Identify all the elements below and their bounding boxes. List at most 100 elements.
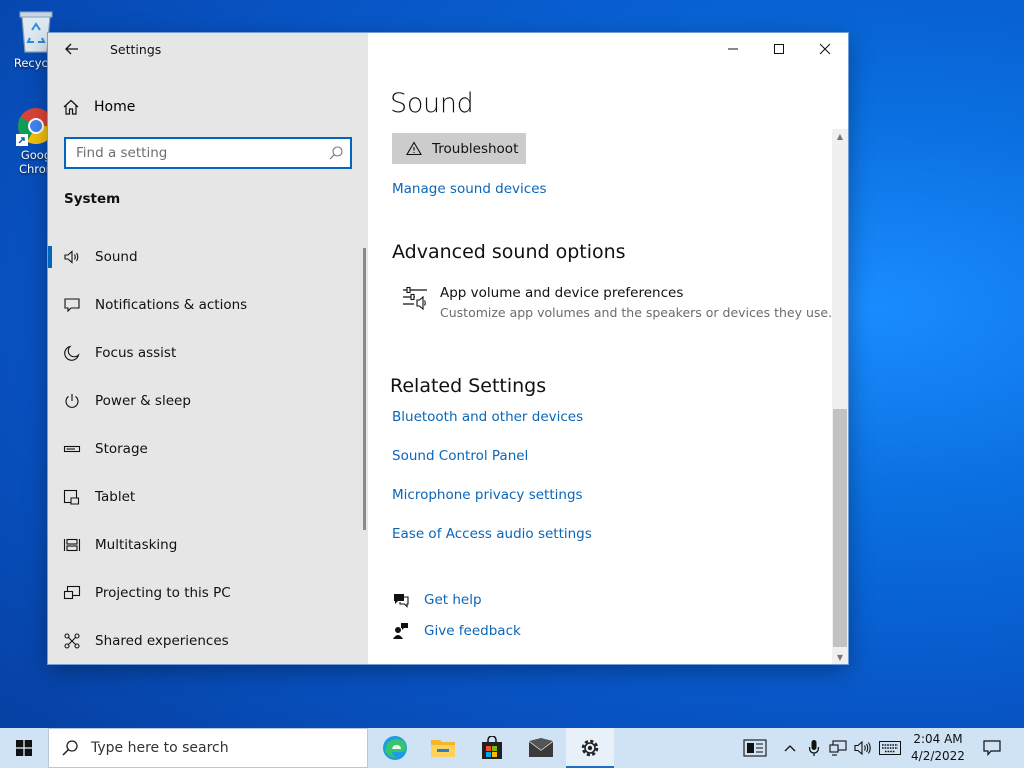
app-title: Settings <box>110 42 162 57</box>
nav-home-label: Home <box>94 99 136 115</box>
sidebar-item-label: Sound <box>95 249 138 265</box>
sidebar-item-label: Storage <box>95 441 148 457</box>
sidebar-item-power-sleep[interactable]: Power & sleep <box>48 377 366 425</box>
back-arrow-icon <box>65 43 78 55</box>
shared-icon <box>63 632 81 650</box>
sidebar-scrollbar[interactable] <box>363 248 366 530</box>
home-icon <box>63 99 79 115</box>
sidebar-item-label: Notifications & actions <box>95 297 248 313</box>
help-chat-icon <box>394 594 409 608</box>
main-scrollbar[interactable]: ▲ ▼ <box>832 129 848 664</box>
settings-window: Settings Home System Sound <box>48 33 848 664</box>
taskbar-store[interactable] <box>468 728 516 768</box>
sidebar-item-sound[interactable]: Sound <box>48 233 366 281</box>
network-icon <box>829 740 847 756</box>
taskbar-search[interactable]: Type here to search <box>48 728 368 768</box>
get-help-label: Get help <box>424 592 482 608</box>
sidebar-item-storage[interactable]: Storage <box>48 425 366 473</box>
close-icon <box>819 43 831 55</box>
sidebar-item-tablet[interactable]: Tablet <box>48 473 366 521</box>
keyboard-icon <box>879 741 901 755</box>
app-pref-description: Customize app volumes and the speakers o… <box>440 305 833 320</box>
scroll-down-icon[interactable]: ▼ <box>832 650 848 664</box>
sidebar: Settings Home System Sound <box>48 33 368 664</box>
speaker-icon <box>63 248 81 266</box>
give-feedback-link[interactable]: Give feedback <box>392 622 521 640</box>
close-button[interactable] <box>802 33 848 65</box>
warning-icon <box>406 141 422 156</box>
edge-icon <box>383 736 407 760</box>
get-help-link[interactable]: Get help <box>392 591 482 609</box>
search-icon <box>329 146 343 160</box>
back-button[interactable] <box>62 39 82 59</box>
action-center-icon <box>983 740 1001 756</box>
sidebar-item-label: Focus assist <box>95 345 177 361</box>
projecting-icon <box>63 584 81 602</box>
tablet-icon <box>63 488 81 506</box>
section-heading: System <box>64 191 121 207</box>
app-volume-preferences[interactable]: App volume and device preferences Custom… <box>402 285 832 320</box>
taskbar-file-explorer[interactable] <box>419 728 467 768</box>
tray-keyboard[interactable] <box>877 728 903 768</box>
sidebar-item-multitasking[interactable]: Multitasking <box>48 521 366 569</box>
store-icon <box>482 736 502 759</box>
main-content: Sound Troubleshoot Manage sound devices … <box>368 33 848 664</box>
notification-icon <box>63 296 81 314</box>
sidebar-item-label: Projecting to this PC <box>95 585 231 601</box>
manage-sound-devices-link[interactable]: Manage sound devices <box>392 181 547 197</box>
advanced-heading: Advanced sound options <box>392 241 626 263</box>
taskbar-search-placeholder: Type here to search <box>91 740 229 756</box>
clock-date: 4/2/2022 <box>911 749 965 763</box>
troubleshoot-button[interactable]: Troubleshoot <box>392 133 526 164</box>
tray-microphone[interactable] <box>805 728 823 768</box>
give-feedback-label: Give feedback <box>424 623 521 639</box>
moon-icon <box>63 344 81 362</box>
start-button[interactable] <box>0 728 48 768</box>
mixer-icon <box>403 286 427 311</box>
app-pref-title: App volume and device preferences <box>440 285 684 301</box>
taskbar-settings[interactable] <box>566 728 614 768</box>
sidebar-item-label: Power & sleep <box>95 393 191 409</box>
sidebar-item-focus-assist[interactable]: Focus assist <box>48 329 366 377</box>
people-icon <box>743 739 767 757</box>
taskbar: Type here to search 2:04 AM 4/2/2022 <box>0 728 1024 768</box>
clock-time: 2:04 AM <box>913 732 963 746</box>
maximize-button[interactable] <box>756 33 802 65</box>
volume-icon <box>854 740 871 756</box>
sidebar-item-label: Tablet <box>95 489 136 505</box>
sound-control-panel-link[interactable]: Sound Control Panel <box>392 448 528 464</box>
microphone-icon <box>808 740 820 756</box>
page-title: Sound <box>390 88 474 119</box>
taskbar-mail[interactable] <box>517 728 565 768</box>
action-center-button[interactable] <box>978 728 1006 768</box>
tray-volume[interactable] <box>852 728 874 768</box>
tray-people[interactable] <box>740 728 770 768</box>
minimize-button[interactable] <box>710 33 756 65</box>
tray-network[interactable] <box>827 728 849 768</box>
settings-icon <box>581 739 599 757</box>
file-explorer-icon <box>431 740 455 757</box>
sidebar-item-shared-experiences[interactable]: Shared experiences <box>48 617 366 665</box>
scroll-thumb[interactable] <box>833 409 847 647</box>
nav-home[interactable]: Home <box>62 95 135 119</box>
windows-logo-icon <box>16 740 32 756</box>
troubleshoot-label: Troubleshoot <box>432 140 519 157</box>
sidebar-item-projecting[interactable]: Projecting to this PC <box>48 569 366 617</box>
search-box[interactable] <box>64 137 352 169</box>
power-icon <box>63 392 81 410</box>
mail-icon <box>528 738 554 757</box>
scroll-up-icon[interactable]: ▲ <box>832 129 848 143</box>
sidebar-item-label: Shared experiences <box>95 633 229 649</box>
taskbar-edge[interactable] <box>371 728 419 768</box>
taskbar-clock[interactable]: 2:04 AM 4/2/2022 <box>905 731 971 765</box>
ease-of-access-audio-link[interactable]: Ease of Access audio settings <box>392 526 592 542</box>
bluetooth-devices-link[interactable]: Bluetooth and other devices <box>392 409 583 425</box>
microphone-privacy-link[interactable]: Microphone privacy settings <box>392 487 583 503</box>
chevron-up-icon <box>784 745 796 752</box>
feedback-icon <box>393 623 408 639</box>
multitasking-icon <box>63 536 81 554</box>
search-input[interactable] <box>66 139 316 167</box>
sidebar-item-notifications[interactable]: Notifications & actions <box>48 281 366 329</box>
tray-show-hidden[interactable] <box>781 728 799 768</box>
storage-icon <box>63 440 81 458</box>
